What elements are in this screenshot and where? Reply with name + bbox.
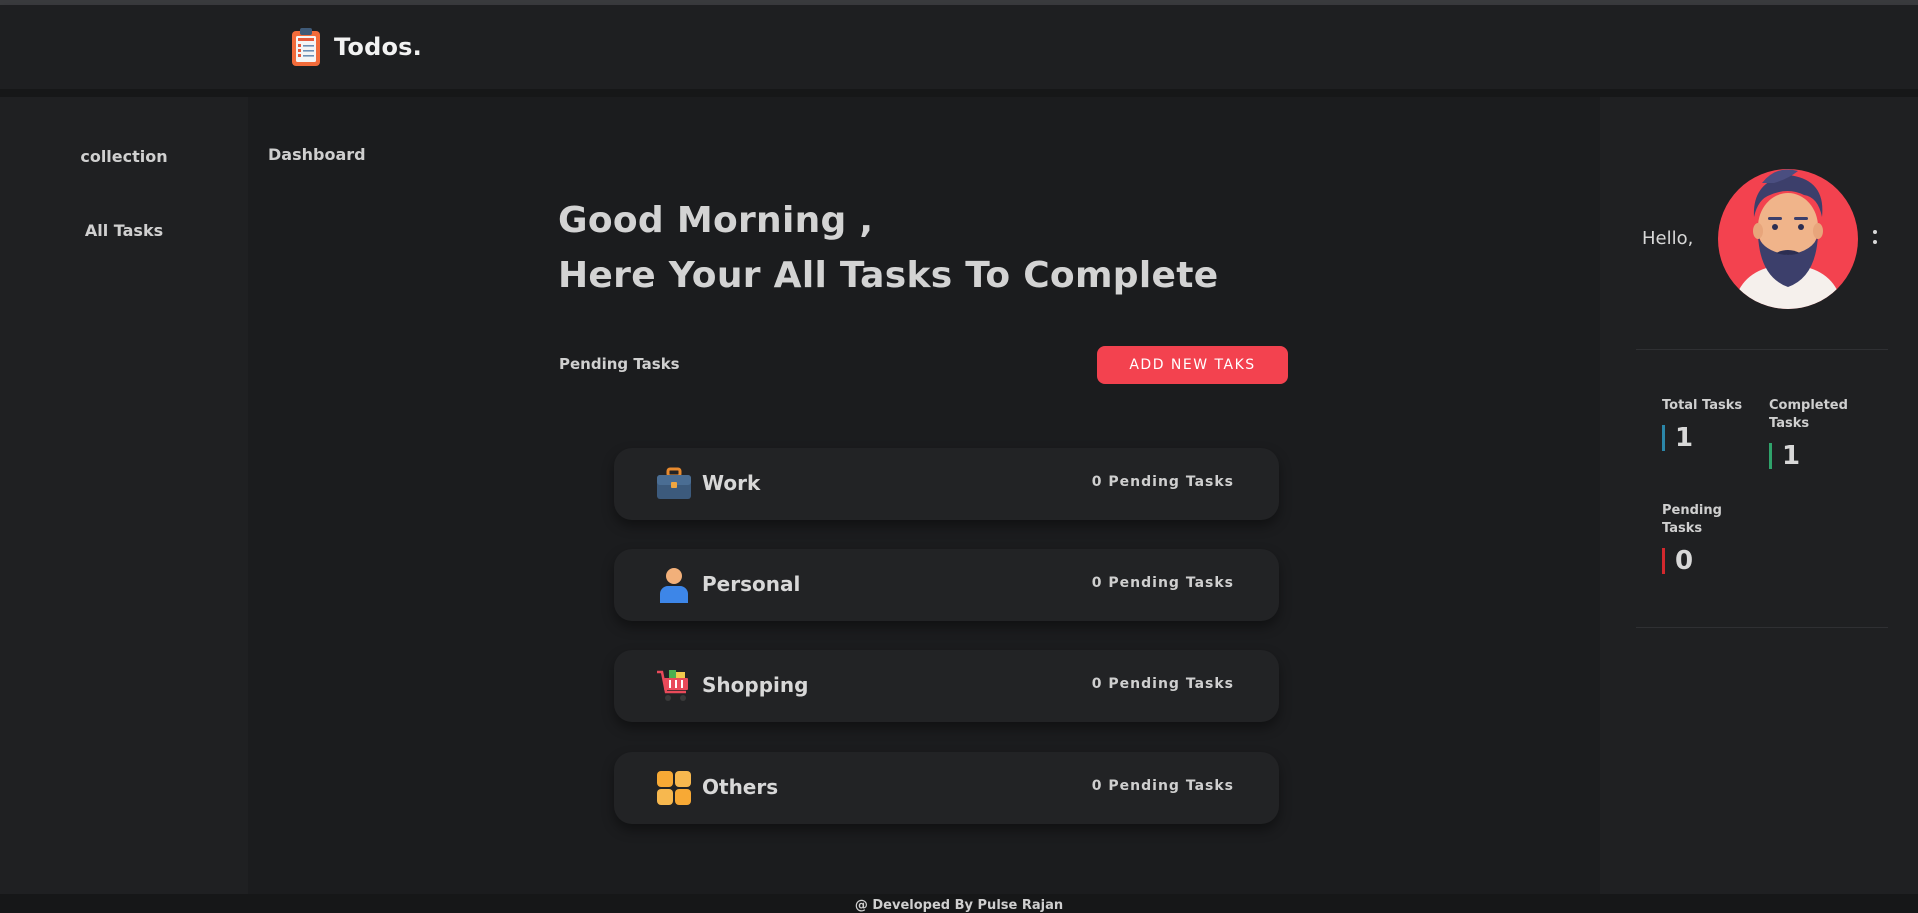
app-title: Todos.	[334, 33, 422, 61]
category-name: Personal	[702, 572, 801, 596]
avatar[interactable]	[1718, 165, 1858, 309]
sidebar-item-collection[interactable]: collection	[0, 147, 248, 166]
hello-text: Hello,	[1642, 228, 1694, 249]
category-card-shopping[interactable]: Shopping 0 Pending Tasks	[614, 650, 1279, 722]
stat-color-bar	[1662, 425, 1665, 451]
briefcase-icon	[657, 467, 691, 499]
right-sidebar: Hello, Total Tasks 1 Completed Tasks 1 P…	[1600, 97, 1918, 894]
stat-completed-tasks: Completed Tasks 1	[1769, 397, 1879, 471]
stat-label: Completed Tasks	[1769, 398, 1848, 431]
shopping-cart-icon	[657, 670, 688, 701]
add-new-task-button[interactable]: ADD NEW TAKS	[1097, 346, 1288, 384]
stat-color-bar	[1662, 548, 1665, 574]
stat-pending-tasks: Pending Tasks 0	[1662, 502, 1742, 576]
stat-value: 1	[1675, 423, 1694, 453]
left-sidebar: collection All Tasks	[0, 97, 248, 894]
category-name: Shopping	[702, 673, 809, 697]
category-pending-count: 0 Pending Tasks	[1091, 474, 1234, 490]
category-card-personal[interactable]: Personal 0 Pending Tasks	[614, 549, 1279, 621]
header-shadow-strip	[0, 89, 1918, 97]
greeting-line-2: Here Your All Tasks To Complete	[558, 255, 1219, 296]
app-header: Todos.	[0, 5, 1918, 89]
sidebar-item-all-tasks[interactable]: All Tasks	[0, 221, 248, 240]
category-pending-count: 0 Pending Tasks	[1091, 778, 1234, 794]
footer-credit: @ Developed By Pulse Rajan	[854, 898, 1064, 913]
footer: @ Developed By Pulse Rajan	[0, 894, 1918, 913]
more-options-icon[interactable]	[1870, 230, 1880, 252]
category-name: Work	[702, 471, 761, 495]
stat-value: 0	[1675, 546, 1694, 576]
stat-value: 1	[1782, 441, 1801, 471]
stat-label: Total Tasks	[1662, 398, 1743, 413]
stat-label: Pending Tasks	[1662, 503, 1722, 536]
clipboard-todo-icon	[292, 28, 320, 66]
category-card-others[interactable]: Others 0 Pending Tasks	[614, 752, 1279, 824]
stat-total-tasks: Total Tasks 1	[1662, 397, 1742, 453]
greeting-line-1: Good Morning ,	[558, 200, 874, 241]
greeting: Good Morning , Here Your All Tasks To Co…	[558, 193, 1218, 303]
category-pending-count: 0 Pending Tasks	[1091, 575, 1234, 591]
divider	[1636, 627, 1888, 628]
breadcrumb: Dashboard	[268, 145, 366, 164]
category-card-work[interactable]: Work 0 Pending Tasks	[614, 448, 1279, 520]
stat-color-bar	[1769, 443, 1772, 469]
person-icon	[660, 568, 688, 603]
main-content: Dashboard Good Morning , Here Your All T…	[248, 97, 1600, 894]
category-name: Others	[702, 775, 779, 799]
divider	[1636, 349, 1888, 350]
brand[interactable]: Todos.	[290, 27, 422, 67]
category-pending-count: 0 Pending Tasks	[1091, 676, 1234, 692]
grid-icon	[657, 771, 691, 805]
pending-tasks-heading: Pending Tasks	[559, 355, 680, 373]
